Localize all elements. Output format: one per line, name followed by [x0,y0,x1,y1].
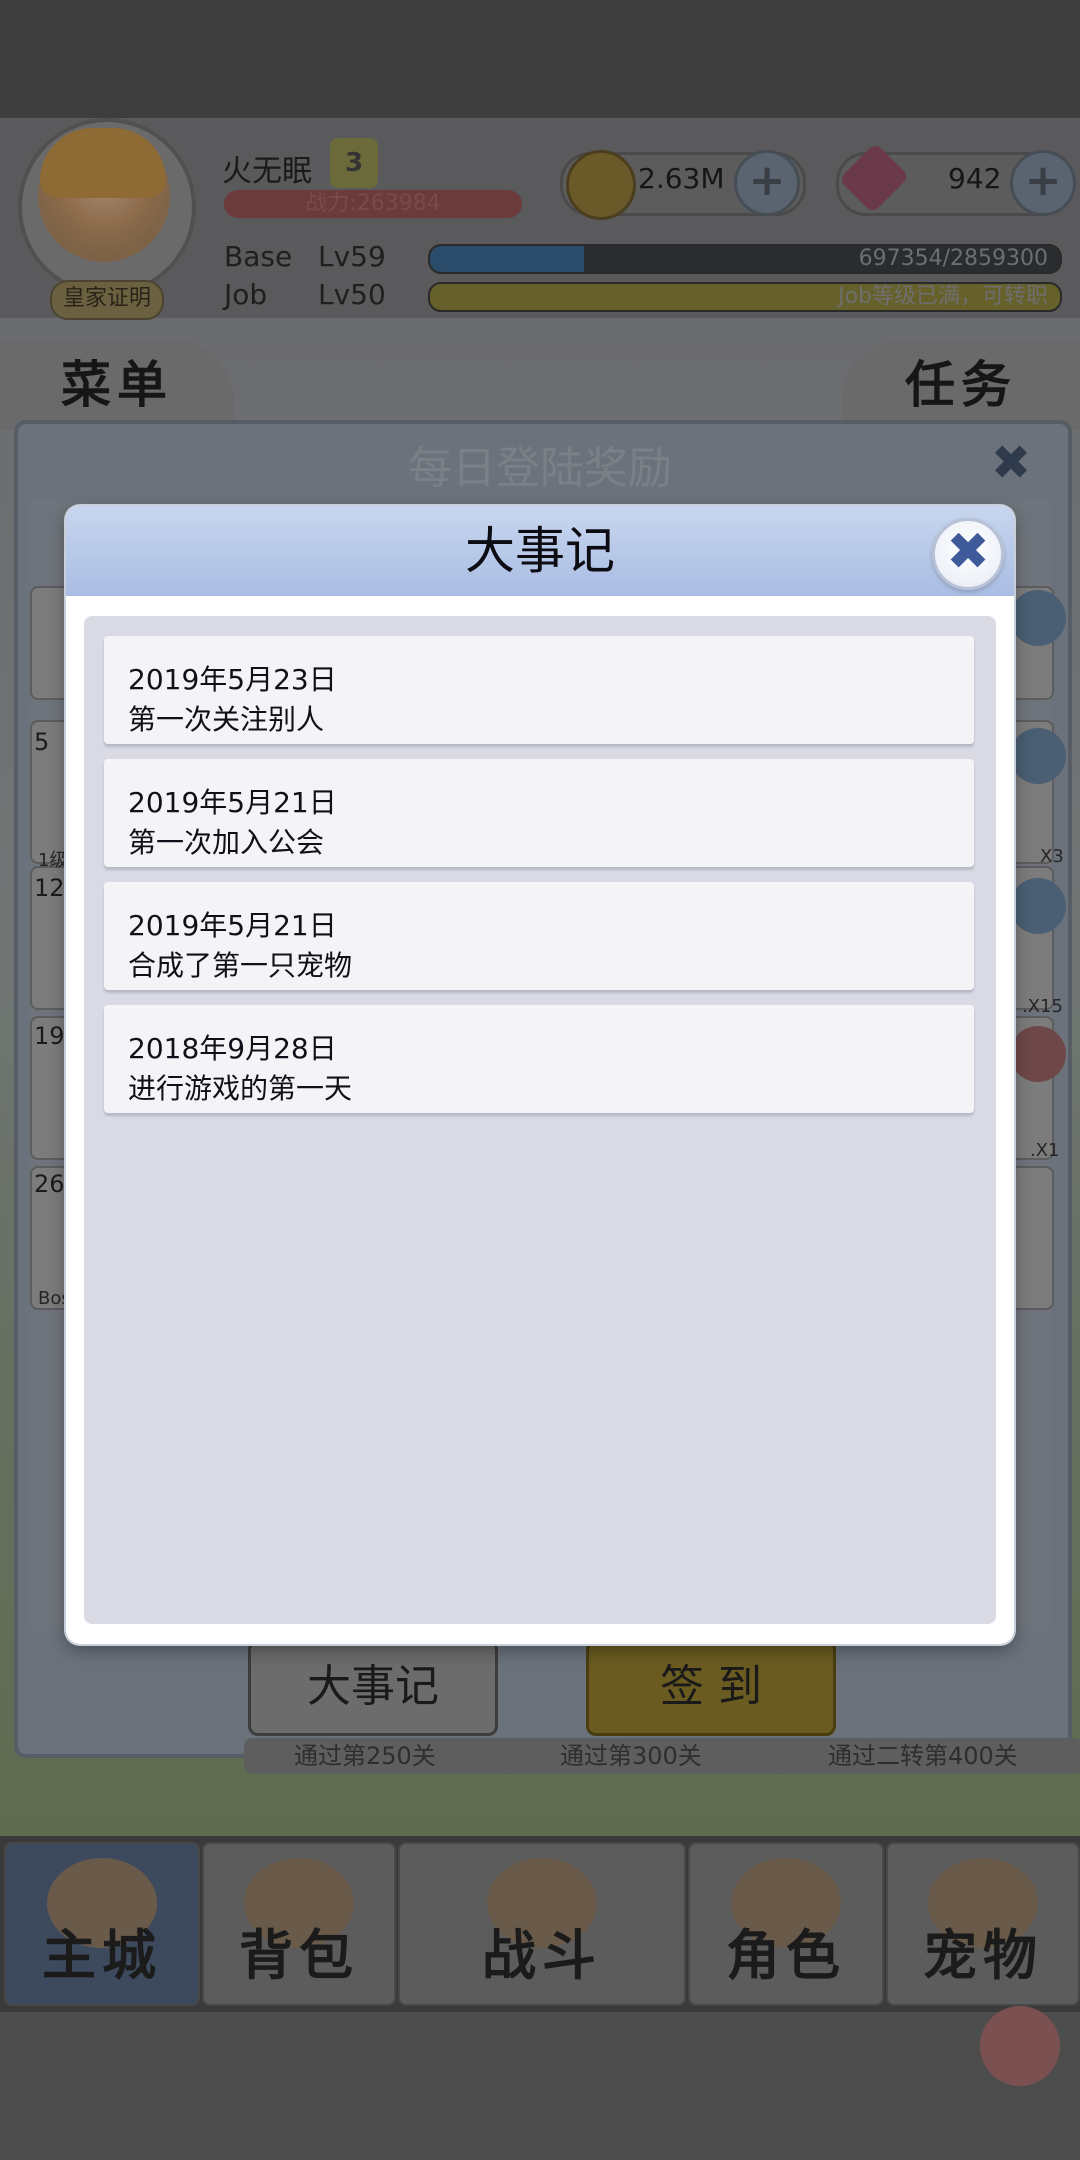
event-date: 2019年5月21日 [128,909,337,942]
stage-milestone: 通过二转第400关 [778,1738,1080,1774]
reward-item-icon [1010,590,1066,646]
sign-in-button[interactable]: 签 到 [586,1640,836,1736]
add-zeny-button[interactable]: + [734,150,800,216]
base-level: Lv59 [318,240,386,273]
stage-milestone: 通过第250关 [244,1738,528,1774]
event-card: 2019年5月21日 合成了第一只宠物 [104,882,974,990]
day-number: 19 [34,1022,65,1050]
reward-item-icon [1010,1026,1066,1082]
event-description: 合成了第一只宠物 [128,949,353,982]
event-date: 2018年9月28日 [128,1032,337,1065]
reward-item-icon [1010,878,1066,934]
reward-label: 1级 [38,850,68,871]
base-xp-fill [430,246,584,272]
nav-main-city[interactable]: 主城 [4,1842,200,2006]
job-xp-bar: Job等级已满，可转职 [428,282,1062,312]
event-date: 2019年5月21日 [128,786,337,819]
gem-amount: 942 [948,162,1002,195]
base-xp-text: 697354/2859300 [858,246,1048,271]
event-card: 2019年5月21日 第一次加入公会 [104,759,974,867]
history-modal-close-icon[interactable]: ✖ [932,518,1004,590]
nav-character[interactable]: 角色 [688,1842,884,2006]
job-xp-text: Job等级已满，可转职 [838,284,1048,309]
vip-level-badge: 3 [330,138,378,188]
nav-battle[interactable]: 战斗 [398,1842,686,2006]
history-button[interactable]: 大事记 [248,1640,498,1736]
player-name: 火无眠 [222,154,312,189]
menu-tab[interactable]: 菜单 [0,340,234,430]
floating-pet-icon[interactable] [980,2006,1060,2086]
nav-label: 宠物 [923,1924,1043,1987]
day-number: 5 [34,728,50,756]
history-modal-title: 大事记 [465,522,615,580]
reward-label: .X1 [1030,1140,1060,1161]
event-card: 2019年5月23日 第一次关注别人 [104,636,974,744]
daily-login-title: 每日登陆奖励 [408,443,672,494]
event-card: 2018年9月28日 进行游戏的第一天 [104,1005,974,1113]
coin-icon [566,150,636,220]
reward-cell[interactable] [1010,1166,1054,1310]
zeny-amount: 2.63M [638,162,725,195]
nav-label: 角色 [726,1924,846,1987]
add-gems-button[interactable]: + [1010,150,1076,216]
top-status-area [0,0,1080,120]
job-level: Lv50 [318,278,386,311]
event-date: 2019年5月23日 [128,663,337,696]
reward-item-icon [1010,728,1066,784]
reward-label: .X15 [1022,996,1063,1017]
event-description: 第一次关注别人 [128,703,325,736]
combat-power: 战力:263984 [224,190,522,218]
day-number: 12 [34,874,65,902]
base-xp-bar: 697354/2859300 [428,244,1062,274]
nav-label: 战斗 [482,1924,602,1987]
nav-label: 主城 [42,1924,162,1987]
daily-login-close-icon[interactable]: ✖ [988,439,1034,487]
quest-tab[interactable]: 任务 [842,340,1080,430]
day-number: 26 [34,1170,65,1198]
base-label: Base [224,240,293,273]
nav-pet[interactable]: 宠物 [886,1842,1080,2006]
nav-label: 背包 [239,1924,359,1987]
nav-backpack[interactable]: 背包 [202,1842,396,2006]
event-description: 第一次加入公会 [128,826,325,859]
job-label: Job [224,278,268,311]
royal-badge[interactable]: 皇家证明 [50,280,164,320]
reward-label: X3 [1040,846,1064,867]
stage-milestone: 通过第300关 [510,1738,794,1774]
event-description: 进行游戏的第一天 [128,1072,353,1105]
